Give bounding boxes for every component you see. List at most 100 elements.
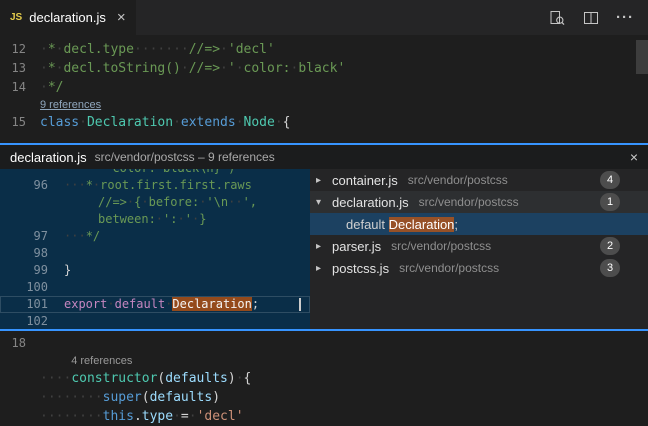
tab-declaration-js[interactable]: JS declaration.js × xyxy=(0,0,136,35)
codelens-references-link[interactable]: 4 references xyxy=(0,353,648,369)
code-token: decl.type xyxy=(63,42,133,57)
open-changes-icon[interactable] xyxy=(548,9,566,27)
matched-text: Declaration xyxy=(389,217,455,232)
code-token: * xyxy=(48,61,56,76)
code-token: · xyxy=(181,61,189,76)
code-token: Node xyxy=(244,115,275,130)
line-number xyxy=(0,211,56,228)
code-token: Declaration xyxy=(87,115,173,130)
file-path-label: src/vendor/postcss xyxy=(408,173,600,187)
code-text: ····constructor(defaults)·{ xyxy=(40,369,251,388)
code-token: · xyxy=(40,80,48,95)
code-token: ': xyxy=(163,212,177,226)
editor-scrollbar[interactable] xyxy=(636,40,648,74)
line-number: 13 xyxy=(0,59,32,78)
code-text: ··color:·black\n}') xyxy=(64,169,235,177)
chevron-down-icon[interactable]: ▾ xyxy=(316,197,332,208)
chevron-right-icon[interactable]: ▸ xyxy=(316,241,332,252)
tab-title: declaration.js xyxy=(29,10,106,25)
code-token: '\n xyxy=(206,195,228,209)
reference-item-row[interactable]: default Declaration; xyxy=(310,213,648,235)
code-token: between: xyxy=(98,212,156,226)
file-name-label: container.js xyxy=(332,173,398,188)
reference-file-row[interactable]: ▸parser.jssrc/vendor/postcss2 xyxy=(310,235,648,257)
code-token: · xyxy=(107,297,114,311)
reference-count-badge: 3 xyxy=(600,259,620,277)
code-line: 18 xyxy=(0,334,648,353)
code-text: class·Declaration·extends·Node·{ xyxy=(40,113,290,132)
close-peek-icon[interactable]: × xyxy=(630,150,638,164)
reference-file-row[interactable]: ▾declaration.jssrc/vendor/postcss1 xyxy=(310,191,648,213)
code-token: ' xyxy=(185,212,192,226)
editor-region-bottom[interactable]: 184 references····constructor(defaults)·… xyxy=(0,331,648,426)
chevron-right-icon[interactable]: ▸ xyxy=(316,175,332,186)
references-peek-view: declaration.js src/vendor/postcss – 9 re… xyxy=(0,143,648,331)
code-token: * xyxy=(86,178,93,192)
peek-title: declaration.js xyxy=(10,150,87,165)
code-token: ······· xyxy=(134,42,189,57)
line-number: 96 xyxy=(0,177,56,194)
reference-file-row[interactable]: ▸postcss.jssrc/vendor/postcss3 xyxy=(310,257,648,279)
code-token: · xyxy=(173,409,181,424)
code-token: export xyxy=(64,297,107,311)
code-token: · xyxy=(40,61,48,76)
code-text: } xyxy=(64,262,71,279)
peek-editor[interactable]: ··color:·black\n}')96···*·root.first.fir… xyxy=(0,169,310,329)
code-token: super xyxy=(103,390,142,405)
code-token: constructor xyxy=(71,371,157,386)
highlighted-reference: Declaration xyxy=(172,297,251,311)
line-number xyxy=(0,369,32,388)
editor-actions-toolbar: ··· xyxy=(548,0,648,35)
code-line: 100 xyxy=(0,279,310,296)
line-number: 18 xyxy=(0,334,32,353)
code-token: · xyxy=(40,42,48,57)
line-number xyxy=(0,388,32,407)
peek-header: declaration.js src/vendor/postcss – 9 re… xyxy=(0,145,648,169)
file-name-label: declaration.js xyxy=(332,195,409,210)
line-number: 97 xyxy=(0,228,56,245)
code-token: · xyxy=(236,61,244,76)
code-token: } xyxy=(64,263,71,277)
code-token: defaults xyxy=(165,371,228,386)
code-text: export·default·Declaration; xyxy=(64,296,301,313)
line-number xyxy=(0,407,32,426)
peek-title-info: src/vendor/postcss – 9 references xyxy=(95,150,275,164)
code-token: · xyxy=(177,212,184,226)
code-token: ·· xyxy=(98,169,112,175)
line-number: 14 xyxy=(0,78,32,97)
code-text: //=>·{·before:·'\n··', xyxy=(64,194,257,211)
code-token: this xyxy=(103,409,134,424)
code-token: · xyxy=(156,169,163,175)
close-tab-icon[interactable]: × xyxy=(117,10,126,25)
code-token: · xyxy=(141,195,148,209)
code-token: //=> xyxy=(189,42,220,57)
code-token: * xyxy=(48,42,56,57)
code-token: //=> xyxy=(189,61,220,76)
file-name-label: postcss.js xyxy=(332,261,389,276)
reference-file-row[interactable]: ▸container.jssrc/vendor/postcss4 xyxy=(310,169,648,191)
code-line: 99} xyxy=(0,262,310,279)
code-token: ········ xyxy=(40,390,103,405)
references-tree[interactable]: ▸container.jssrc/vendor/postcss4▾declara… xyxy=(310,169,648,329)
code-text: ·*/ xyxy=(40,78,63,97)
code-token: class xyxy=(40,115,79,130)
line-number: 98 xyxy=(0,245,56,262)
more-actions-icon[interactable]: ··· xyxy=(616,9,634,26)
code-text: ·*·decl.toString()·//=>·'·color:·black' xyxy=(40,59,345,78)
line-number: 101 xyxy=(0,296,56,313)
code-token: 'decl' xyxy=(197,409,244,424)
code-token: ' xyxy=(228,61,236,76)
chevron-right-icon[interactable]: ▸ xyxy=(316,263,332,274)
code-line: 14 ·*/ xyxy=(0,78,648,97)
line-number: 100 xyxy=(0,279,56,296)
editor-region-top[interactable]: 12·*·decl.type·······//=>·'decl'13·*·dec… xyxy=(0,35,648,143)
code-token: */ xyxy=(86,229,100,243)
codelens-references-link[interactable]: 9 references xyxy=(0,97,648,113)
code-token: · xyxy=(220,42,228,57)
code-line: ····constructor(defaults)·{ xyxy=(0,369,648,388)
code-line: 96···*·root.first.first.raws xyxy=(0,177,310,194)
code-token: . xyxy=(134,409,142,424)
split-editor-icon[interactable] xyxy=(582,9,600,27)
peek-body: ··color:·black\n}')96···*·root.first.fir… xyxy=(0,169,648,329)
code-line: ········super(defaults) xyxy=(0,388,648,407)
